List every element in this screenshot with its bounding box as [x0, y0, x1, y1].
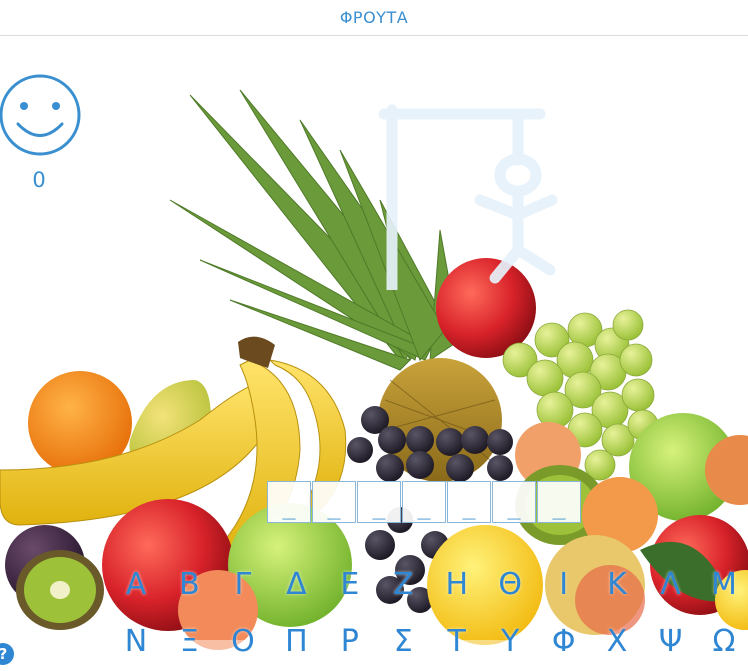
letter-key[interactable]: Φ [543, 624, 585, 659]
letter-key[interactable]: Ξ [168, 624, 210, 659]
letter-key[interactable]: Θ [489, 567, 531, 602]
letter-slot: _ [267, 481, 311, 523]
letter-slot: _ [312, 481, 356, 523]
letter-key[interactable]: Υ [489, 624, 531, 659]
smiley-face-icon [0, 74, 81, 156]
letter-key[interactable]: Κ [596, 567, 638, 602]
letter-key[interactable]: Ο [222, 624, 264, 659]
letter-key[interactable]: Μ [703, 567, 745, 602]
word-slots: _ _ _ _ _ _ _ [267, 481, 582, 523]
letter-key[interactable]: Η [436, 567, 478, 602]
letter-keyboard-row-2: Ν Ξ Ο Π Ρ Σ Τ Υ Φ Χ Ψ Ω [115, 624, 745, 659]
score-counter: 0 [32, 168, 46, 192]
letter-slot: _ [447, 481, 491, 523]
letter-key[interactable]: Τ [436, 624, 478, 659]
letter-key[interactable]: Σ [382, 624, 424, 659]
letter-key[interactable]: Ε [329, 567, 371, 602]
letter-key[interactable]: Χ [596, 624, 638, 659]
letter-key[interactable]: Ι [543, 567, 585, 602]
letter-key[interactable]: Ψ [650, 624, 692, 659]
letter-key[interactable]: Ν [115, 624, 157, 659]
letter-key[interactable]: Β [168, 567, 210, 602]
letter-slot: _ [537, 481, 581, 523]
letter-slot: _ [492, 481, 536, 523]
letter-slot: _ [402, 481, 446, 523]
category-title: ΦΡΟΥΤΑ [339, 8, 409, 27]
letter-key[interactable]: Π [275, 624, 317, 659]
letter-key[interactable]: Α [115, 567, 157, 602]
letter-keyboard-row-1: Α Β Γ Δ Ε Ζ Η Θ Ι Κ Λ Μ [115, 567, 745, 602]
header-bar: ΦΡΟΥΤΑ [0, 0, 748, 36]
letter-key[interactable]: Ρ [329, 624, 371, 659]
letter-slot: _ [357, 481, 401, 523]
letter-key[interactable]: Γ [222, 567, 264, 602]
letter-key[interactable]: Ω [703, 624, 745, 659]
letter-key[interactable]: Λ [650, 567, 692, 602]
hangman-gallows-drawing [378, 104, 558, 290]
letter-key[interactable]: Ζ [382, 567, 424, 602]
letter-key[interactable]: Δ [275, 567, 317, 602]
